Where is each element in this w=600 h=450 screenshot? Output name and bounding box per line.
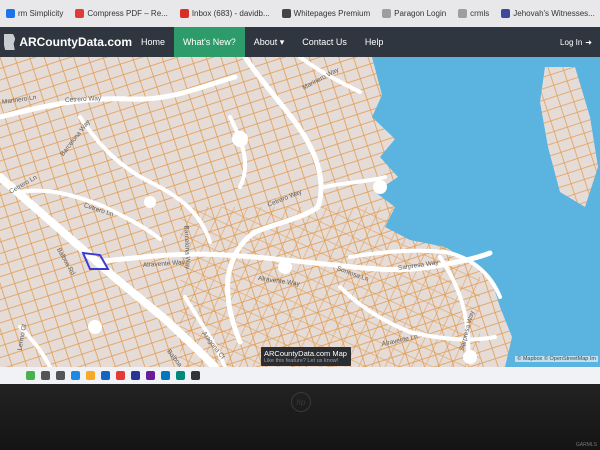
bookmark-item[interactable]: Jehovah's Witnesses... [495, 9, 600, 18]
site-logo[interactable]: ARCountyData.com [0, 34, 132, 50]
search-icon[interactable] [41, 371, 50, 380]
app-icon[interactable] [146, 371, 155, 380]
sign-in-icon: ➜ [585, 37, 592, 47]
bookmark-label: Paragon Login [394, 9, 447, 18]
logo-text: ARCountyData.com [19, 35, 132, 49]
map-caption[interactable]: ARCountyData.com Map Like this feature? … [261, 347, 351, 366]
jw-icon [501, 9, 511, 18]
bookmark-label: Compress PDF – Re... [87, 9, 168, 18]
map-caption-title: ARCountyData.com Map [264, 349, 347, 358]
login-link[interactable]: Log In ➜ [560, 27, 592, 57]
map-attribution[interactable]: © Mapbox © OpenStreetMap Im [515, 356, 598, 362]
map-canvas[interactable] [0, 57, 600, 367]
store-icon[interactable] [131, 371, 140, 380]
parcel-map[interactable]: Marinero Ln Cetrero Way Marinero Way Barcel… [0, 57, 600, 367]
nav-item[interactable]: Home [132, 27, 174, 57]
chrome-icon[interactable] [116, 371, 125, 380]
hp-logo-icon: hp [291, 392, 311, 412]
bookmark-item[interactable]: Compress PDF – Re... [69, 9, 173, 18]
gmail-icon [179, 9, 189, 18]
hp-app-icon[interactable] [161, 371, 170, 380]
car-app-icon[interactable] [26, 371, 35, 380]
edge-icon[interactable] [71, 371, 80, 380]
media-icon[interactable] [191, 371, 200, 380]
bookmark-item[interactable]: crmls [452, 9, 495, 18]
bookmarks-bar: rm Simplicity Compress PDF – Re... Inbox (… [0, 0, 600, 27]
arkansas-state-icon [4, 34, 16, 50]
file-explorer-icon[interactable] [86, 371, 95, 380]
photo-watermark: GARMLS [575, 442, 597, 448]
bookmark-item[interactable]: rm Simplicity [0, 9, 69, 18]
bookmark-label: rm Simplicity [18, 9, 64, 18]
bookmark-label: Inbox (683) - davidb... [191, 9, 270, 18]
nav-item[interactable]: About ▾ [245, 27, 294, 57]
bookmark-label: Jehovah's Witnesses... [513, 9, 595, 18]
os-taskbar [0, 367, 600, 384]
main-nav: Home What's New? About ▾ Contact Us Help [132, 27, 392, 57]
nav-item[interactable]: What's New? [174, 27, 245, 57]
photos-icon[interactable] [176, 371, 185, 380]
bookmark-item[interactable]: Paragon Login [376, 9, 452, 18]
bookmark-icon [6, 9, 15, 18]
task-view-icon[interactable] [56, 371, 65, 380]
nav-item[interactable]: Contact Us [293, 27, 356, 57]
bookmark-item[interactable]: Inbox (683) - davidb... [174, 9, 276, 18]
bookmark-item[interactable]: Whitepages Premium [276, 9, 376, 18]
mail-icon[interactable] [101, 371, 110, 380]
bookmark-label: Whitepages Premium [293, 9, 371, 18]
site-navbar: ARCountyData.com Home What's New? About ▾ C… [0, 27, 600, 57]
folder-icon [458, 9, 468, 18]
bookmark-label: crmls [470, 9, 490, 18]
whitepages-icon [281, 9, 291, 18]
nav-item[interactable]: Help [356, 27, 393, 57]
pdf-icon [75, 9, 85, 18]
page-icon [382, 9, 392, 18]
login-label: Log In [560, 37, 583, 47]
map-caption-feedback-link[interactable]: Like this feature? Let us know! [264, 358, 348, 364]
